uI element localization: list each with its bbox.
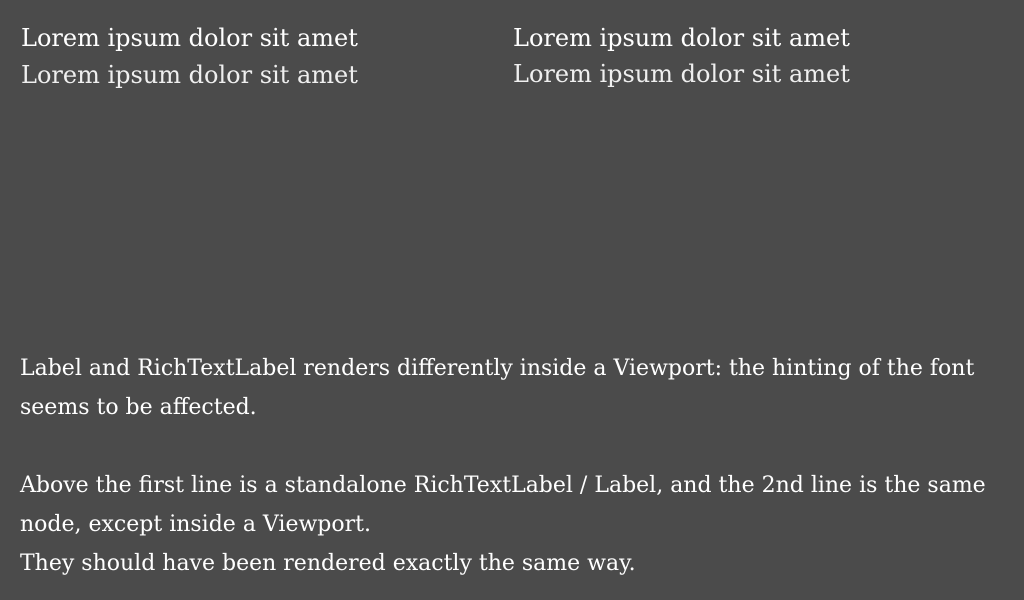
viewport-richtextlabel-sample: Lorem ipsum dolor sit amet: [513, 60, 850, 88]
description-paragraph-3: They should have been rendered exactly t…: [20, 551, 636, 576]
description-paragraph-1: Label and RichTextLabel renders differen…: [20, 356, 975, 420]
description-text-block: Label and RichTextLabel renders differen…: [20, 349, 1005, 583]
standalone-richtextlabel-sample: Lorem ipsum dolor sit amet: [513, 24, 850, 52]
description-paragraph-2: Above the first line is a standalone Ric…: [20, 473, 986, 537]
standalone-label-sample: Lorem ipsum dolor sit amet: [21, 24, 358, 52]
viewport-label-sample: Lorem ipsum dolor sit amet: [21, 61, 358, 89]
